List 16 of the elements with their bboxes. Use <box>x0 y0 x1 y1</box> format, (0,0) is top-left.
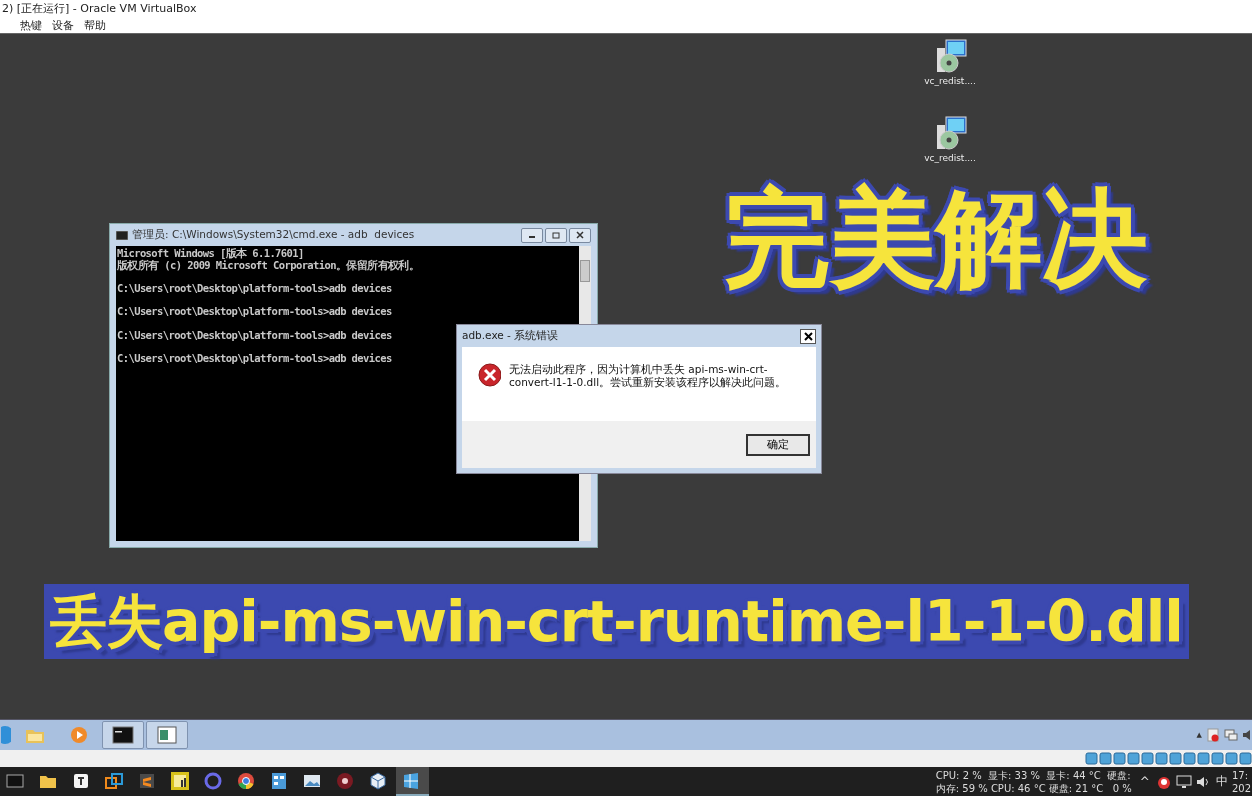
console-title: 管理员: C:\Windows\System32\cmd.exe - adb devices <box>132 228 416 242</box>
console-line: C:\Users\root\Desktop\platform-tools>adb devices <box>117 306 392 319</box>
caption-text: 完美解决 <box>724 176 1148 302</box>
console-line: 版权所有 (c) 2009 Microsoft Corporation。保留所有权利。 <box>117 259 420 272</box>
window-title: 2) [正在运行] - Oracle VM VirtualBox <box>2 1 197 16</box>
icon-label: vc_redist.... <box>924 153 976 163</box>
console-line: C:\Users\root\Desktop\platform-tools>adb devices <box>117 329 392 342</box>
console-line: C:\Users\root\Desktop\platform-tools>adb devices <box>117 283 392 295</box>
dialog-title: adb.exe - 系统错误 <box>462 329 559 343</box>
error-message: 无法启动此程序，因为计算机中丢失 api-ms-win-crt-convert-l1-1-0.dll。尝试重新安装该程序以解决此问题。 <box>509 363 788 389</box>
console-line: C:\Users\root\Desktop\platform-tools>adb devices <box>117 353 392 365</box>
system-stats: CPU: 2 % 显卡: 33 % 显卡: 44 °C 硬盘: <box>935 768 1132 782</box>
icon-label: vc_redist.... <box>924 76 976 86</box>
system-stats: 内存: 59 % CPU: 46 °C 硬盘: 21 °C 0 % <box>935 781 1132 795</box>
caption-text: 丢失api-ms-win-crt-runtime-l1-1-0.dll <box>44 584 1189 659</box>
console-line: Microsoft Windows [版本 6.1.7601] <box>117 248 304 260</box>
